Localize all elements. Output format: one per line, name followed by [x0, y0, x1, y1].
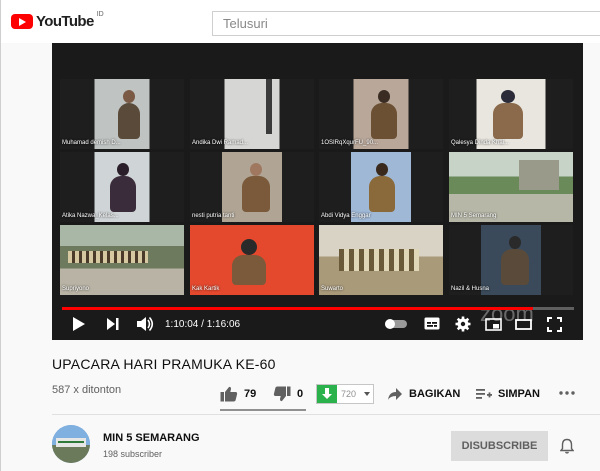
participant-tile: Abdi Vidya Enggar — [319, 152, 443, 222]
participant-name: Nazil & Husna — [451, 286, 490, 292]
thumbs-up-icon — [220, 386, 238, 402]
video-player[interactable]: Muhamad demish D... Andika Dwi Ramad... … — [52, 43, 583, 340]
thumbs-down-icon — [273, 386, 291, 402]
search-input[interactable]: Telusuri — [212, 11, 600, 36]
like-button[interactable]: 79 — [220, 384, 256, 404]
subscriber-count: 198 subscriber — [103, 449, 163, 459]
volume-icon[interactable] — [136, 316, 154, 332]
dislike-count: 0 — [297, 388, 304, 400]
add-to-playlist-icon — [476, 389, 492, 399]
participant-tile: Nazil & Husna — [449, 225, 573, 295]
participant-tile: Andika Dwi Ramad... — [190, 79, 314, 149]
participant-name: Suwarto — [321, 286, 344, 292]
time-display: 1:10:04 / 1:16:06 — [165, 319, 241, 330]
save-label: SIMPAN — [498, 388, 540, 400]
share-arrow-icon — [388, 388, 402, 400]
play-icon[interactable] — [72, 316, 86, 332]
participant-tile: nesti putria tanti — [190, 152, 314, 222]
participant-name: Atika Nazwa_Kelas... — [62, 213, 119, 219]
participant-name: Supriyono — [62, 286, 90, 292]
youtube-play-icon — [11, 14, 33, 29]
video-title: UPACARA HARI PRAMUKA KE-60 — [52, 356, 276, 372]
participant-tile: Muhamad demish D... — [60, 79, 184, 149]
settings-gear-icon[interactable] — [455, 316, 471, 332]
like-ratio-bar — [220, 409, 306, 411]
channel-avatar-image — [52, 425, 90, 463]
channel-name[interactable]: MIN 5 SEMARANG — [103, 432, 200, 444]
participant-tile: MIN 5 Semarang — [449, 152, 573, 222]
theater-mode-icon[interactable] — [515, 318, 532, 331]
notification-bell-icon[interactable] — [560, 438, 574, 454]
save-button[interactable]: SIMPAN — [476, 384, 540, 404]
progress-bar[interactable] — [62, 307, 574, 310]
participant-tile: Qalesya Dinda Khai... — [449, 79, 573, 149]
player-controls: 1:10:04 / 1:16:06 — [52, 311, 583, 339]
subscribe-button[interactable]: DISUBSCRIBE — [451, 431, 548, 461]
chevron-down-icon — [364, 392, 370, 396]
participant-name: 1OSIRqXqurFU_90... — [321, 140, 379, 146]
share-label: BAGIKAN — [409, 388, 461, 400]
youtube-watch-page: YouTube ID Telusuri Muhamad demish D... … — [0, 0, 600, 471]
participant-tile: Suwarto — [319, 225, 443, 295]
participant-name: Qalesya Dinda Khai... — [451, 140, 510, 146]
participant-name: MIN 5 Semarang — [451, 213, 497, 219]
time-total: 1:16:06 — [206, 319, 241, 330]
autoplay-toggle-icon[interactable] — [385, 319, 407, 329]
participant-name: Abdi Vidya Enggar — [321, 213, 371, 219]
participant-name: nesti putria tanti — [192, 213, 235, 219]
logo-text: YouTube — [36, 13, 94, 30]
dislike-button[interactable]: 0 — [273, 384, 303, 404]
participant-tile: Kak Kartik — [190, 225, 314, 295]
more-actions-icon[interactable] — [559, 391, 575, 395]
download-button[interactable]: 720 — [316, 384, 374, 404]
channel-avatar[interactable] — [52, 425, 90, 463]
divider — [52, 414, 600, 415]
youtube-logo[interactable]: YouTube ID — [11, 11, 104, 30]
download-arrow-box — [317, 385, 337, 403]
like-count: 79 — [244, 388, 257, 400]
download-arrow-icon — [322, 388, 332, 399]
subtitles-icon[interactable] — [424, 317, 440, 330]
time-current: 1:10:04 — [165, 319, 199, 330]
progress-played — [62, 307, 534, 310]
miniplayer-icon[interactable] — [485, 318, 502, 331]
next-icon[interactable] — [106, 316, 120, 332]
participant-name: Muhamad demish D... — [62, 140, 121, 146]
download-count: 720 — [341, 389, 357, 399]
view-count: 587 x ditonton — [52, 384, 122, 396]
fullscreen-icon[interactable] — [547, 317, 562, 332]
share-button[interactable]: BAGIKAN — [387, 384, 460, 404]
participant-tile-active-speaker: Supriyono — [60, 225, 184, 295]
participant-name: Kak Kartik — [192, 286, 220, 292]
region-code: ID — [96, 11, 104, 18]
participant-tile: 1OSIRqXqurFU_90... — [319, 79, 443, 149]
masthead: YouTube ID Telusuri — [1, 0, 600, 43]
participant-name: Andika Dwi Ramad... — [192, 140, 249, 146]
participant-tile: Atika Nazwa_Kelas... — [60, 152, 184, 222]
